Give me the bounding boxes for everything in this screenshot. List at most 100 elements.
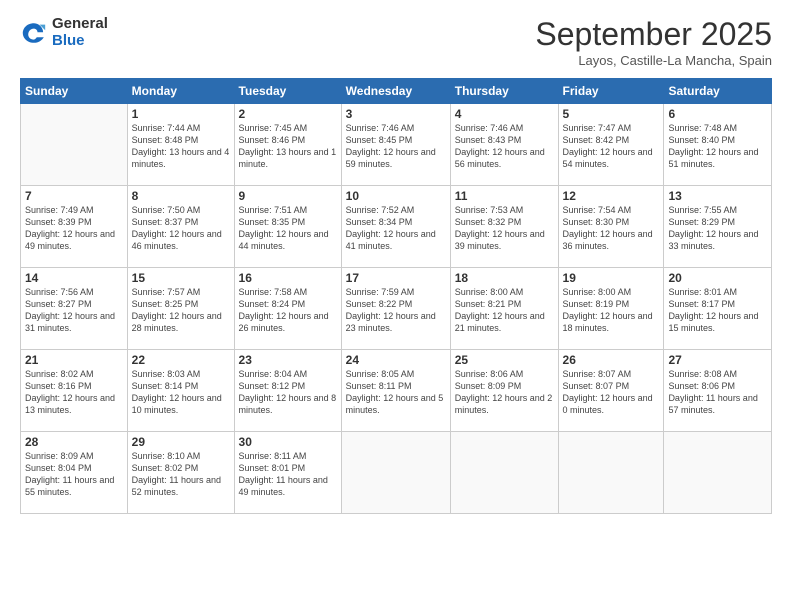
- day-number: 17: [346, 271, 446, 285]
- calendar-cell: 16Sunrise: 7:58 AMSunset: 8:24 PMDayligh…: [234, 268, 341, 350]
- day-info: Sunrise: 7:51 AMSunset: 8:35 PMDaylight:…: [239, 204, 337, 253]
- day-number: 6: [668, 107, 767, 121]
- day-number: 22: [132, 353, 230, 367]
- calendar-cell: 21Sunrise: 8:02 AMSunset: 8:16 PMDayligh…: [21, 350, 128, 432]
- day-number: 9: [239, 189, 337, 203]
- calendar-cell: 23Sunrise: 8:04 AMSunset: 8:12 PMDayligh…: [234, 350, 341, 432]
- week-row-1: 7Sunrise: 7:49 AMSunset: 8:39 PMDaylight…: [21, 186, 772, 268]
- day-number: 10: [346, 189, 446, 203]
- page: General Blue September 2025 Layos, Casti…: [0, 0, 792, 612]
- day-number: 14: [25, 271, 123, 285]
- logo-blue-text: Blue: [52, 33, 108, 50]
- title-section: September 2025 Layos, Castille-La Mancha…: [535, 16, 772, 68]
- logo-general-text: General: [52, 16, 108, 33]
- calendar-cell: [450, 432, 558, 514]
- day-number: 8: [132, 189, 230, 203]
- logo: General Blue: [20, 16, 108, 49]
- calendar-cell: 18Sunrise: 8:00 AMSunset: 8:21 PMDayligh…: [450, 268, 558, 350]
- day-info: Sunrise: 7:50 AMSunset: 8:37 PMDaylight:…: [132, 204, 230, 253]
- calendar-cell: 10Sunrise: 7:52 AMSunset: 8:34 PMDayligh…: [341, 186, 450, 268]
- day-number: 20: [668, 271, 767, 285]
- day-info: Sunrise: 7:45 AMSunset: 8:46 PMDaylight:…: [239, 122, 337, 171]
- calendar-cell: 27Sunrise: 8:08 AMSunset: 8:06 PMDayligh…: [664, 350, 772, 432]
- day-number: 5: [563, 107, 660, 121]
- day-number: 27: [668, 353, 767, 367]
- calendar-cell: 13Sunrise: 7:55 AMSunset: 8:29 PMDayligh…: [664, 186, 772, 268]
- calendar-cell: 19Sunrise: 8:00 AMSunset: 8:19 PMDayligh…: [558, 268, 664, 350]
- day-number: 26: [563, 353, 660, 367]
- day-info: Sunrise: 7:49 AMSunset: 8:39 PMDaylight:…: [25, 204, 123, 253]
- calendar-cell: 29Sunrise: 8:10 AMSunset: 8:02 PMDayligh…: [127, 432, 234, 514]
- day-info: Sunrise: 7:53 AMSunset: 8:32 PMDaylight:…: [455, 204, 554, 253]
- day-info: Sunrise: 8:08 AMSunset: 8:06 PMDaylight:…: [668, 368, 767, 417]
- header: General Blue September 2025 Layos, Casti…: [20, 16, 772, 68]
- calendar-cell: 2Sunrise: 7:45 AMSunset: 8:46 PMDaylight…: [234, 104, 341, 186]
- day-number: 7: [25, 189, 123, 203]
- day-info: Sunrise: 8:09 AMSunset: 8:04 PMDaylight:…: [25, 450, 123, 499]
- day-info: Sunrise: 7:48 AMSunset: 8:40 PMDaylight:…: [668, 122, 767, 171]
- calendar-cell: 12Sunrise: 7:54 AMSunset: 8:30 PMDayligh…: [558, 186, 664, 268]
- day-info: Sunrise: 7:59 AMSunset: 8:22 PMDaylight:…: [346, 286, 446, 335]
- day-info: Sunrise: 7:55 AMSunset: 8:29 PMDaylight:…: [668, 204, 767, 253]
- calendar-cell: 1Sunrise: 7:44 AMSunset: 8:48 PMDaylight…: [127, 104, 234, 186]
- calendar-cell: 17Sunrise: 7:59 AMSunset: 8:22 PMDayligh…: [341, 268, 450, 350]
- calendar-cell: 14Sunrise: 7:56 AMSunset: 8:27 PMDayligh…: [21, 268, 128, 350]
- weekday-header-friday: Friday: [558, 79, 664, 104]
- calendar-cell: 26Sunrise: 8:07 AMSunset: 8:07 PMDayligh…: [558, 350, 664, 432]
- day-number: 1: [132, 107, 230, 121]
- day-number: 2: [239, 107, 337, 121]
- day-info: Sunrise: 7:54 AMSunset: 8:30 PMDaylight:…: [563, 204, 660, 253]
- week-row-4: 28Sunrise: 8:09 AMSunset: 8:04 PMDayligh…: [21, 432, 772, 514]
- weekday-header-tuesday: Tuesday: [234, 79, 341, 104]
- calendar-cell: 28Sunrise: 8:09 AMSunset: 8:04 PMDayligh…: [21, 432, 128, 514]
- calendar-cell: 4Sunrise: 7:46 AMSunset: 8:43 PMDaylight…: [450, 104, 558, 186]
- day-info: Sunrise: 8:02 AMSunset: 8:16 PMDaylight:…: [25, 368, 123, 417]
- week-row-3: 21Sunrise: 8:02 AMSunset: 8:16 PMDayligh…: [21, 350, 772, 432]
- day-info: Sunrise: 8:05 AMSunset: 8:11 PMDaylight:…: [346, 368, 446, 417]
- weekday-header-sunday: Sunday: [21, 79, 128, 104]
- day-number: 3: [346, 107, 446, 121]
- day-number: 13: [668, 189, 767, 203]
- day-info: Sunrise: 7:52 AMSunset: 8:34 PMDaylight:…: [346, 204, 446, 253]
- weekday-header-thursday: Thursday: [450, 79, 558, 104]
- day-info: Sunrise: 8:04 AMSunset: 8:12 PMDaylight:…: [239, 368, 337, 417]
- calendar-cell: 24Sunrise: 8:05 AMSunset: 8:11 PMDayligh…: [341, 350, 450, 432]
- day-info: Sunrise: 7:57 AMSunset: 8:25 PMDaylight:…: [132, 286, 230, 335]
- weekday-header-row: SundayMondayTuesdayWednesdayThursdayFrid…: [21, 79, 772, 104]
- day-info: Sunrise: 8:06 AMSunset: 8:09 PMDaylight:…: [455, 368, 554, 417]
- day-number: 28: [25, 435, 123, 449]
- calendar-cell: 20Sunrise: 8:01 AMSunset: 8:17 PMDayligh…: [664, 268, 772, 350]
- day-info: Sunrise: 7:44 AMSunset: 8:48 PMDaylight:…: [132, 122, 230, 171]
- calendar-cell: 11Sunrise: 7:53 AMSunset: 8:32 PMDayligh…: [450, 186, 558, 268]
- day-info: Sunrise: 8:10 AMSunset: 8:02 PMDaylight:…: [132, 450, 230, 499]
- calendar-cell: [664, 432, 772, 514]
- day-number: 12: [563, 189, 660, 203]
- day-number: 11: [455, 189, 554, 203]
- week-row-2: 14Sunrise: 7:56 AMSunset: 8:27 PMDayligh…: [21, 268, 772, 350]
- day-number: 24: [346, 353, 446, 367]
- logo-icon: [20, 19, 48, 47]
- logo-text: General Blue: [52, 16, 108, 49]
- day-info: Sunrise: 7:46 AMSunset: 8:43 PMDaylight:…: [455, 122, 554, 171]
- day-info: Sunrise: 7:47 AMSunset: 8:42 PMDaylight:…: [563, 122, 660, 171]
- calendar-cell: [341, 432, 450, 514]
- day-number: 29: [132, 435, 230, 449]
- calendar-cell: 25Sunrise: 8:06 AMSunset: 8:09 PMDayligh…: [450, 350, 558, 432]
- day-number: 19: [563, 271, 660, 285]
- week-row-0: 1Sunrise: 7:44 AMSunset: 8:48 PMDaylight…: [21, 104, 772, 186]
- weekday-header-monday: Monday: [127, 79, 234, 104]
- day-number: 30: [239, 435, 337, 449]
- calendar-cell: 9Sunrise: 7:51 AMSunset: 8:35 PMDaylight…: [234, 186, 341, 268]
- weekday-header-wednesday: Wednesday: [341, 79, 450, 104]
- calendar-cell: 15Sunrise: 7:57 AMSunset: 8:25 PMDayligh…: [127, 268, 234, 350]
- day-number: 21: [25, 353, 123, 367]
- weekday-header-saturday: Saturday: [664, 79, 772, 104]
- day-info: Sunrise: 7:58 AMSunset: 8:24 PMDaylight:…: [239, 286, 337, 335]
- calendar-cell: [558, 432, 664, 514]
- day-number: 16: [239, 271, 337, 285]
- calendar-cell: 30Sunrise: 8:11 AMSunset: 8:01 PMDayligh…: [234, 432, 341, 514]
- day-info: Sunrise: 8:07 AMSunset: 8:07 PMDaylight:…: [563, 368, 660, 417]
- day-info: Sunrise: 8:03 AMSunset: 8:14 PMDaylight:…: [132, 368, 230, 417]
- calendar-cell: 5Sunrise: 7:47 AMSunset: 8:42 PMDaylight…: [558, 104, 664, 186]
- day-info: Sunrise: 8:00 AMSunset: 8:21 PMDaylight:…: [455, 286, 554, 335]
